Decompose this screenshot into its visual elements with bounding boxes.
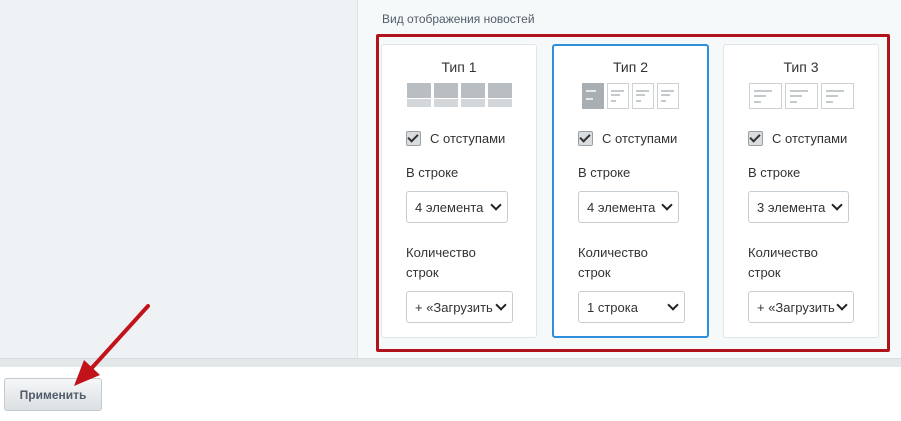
annotation-arrow-icon [74, 304, 150, 386]
